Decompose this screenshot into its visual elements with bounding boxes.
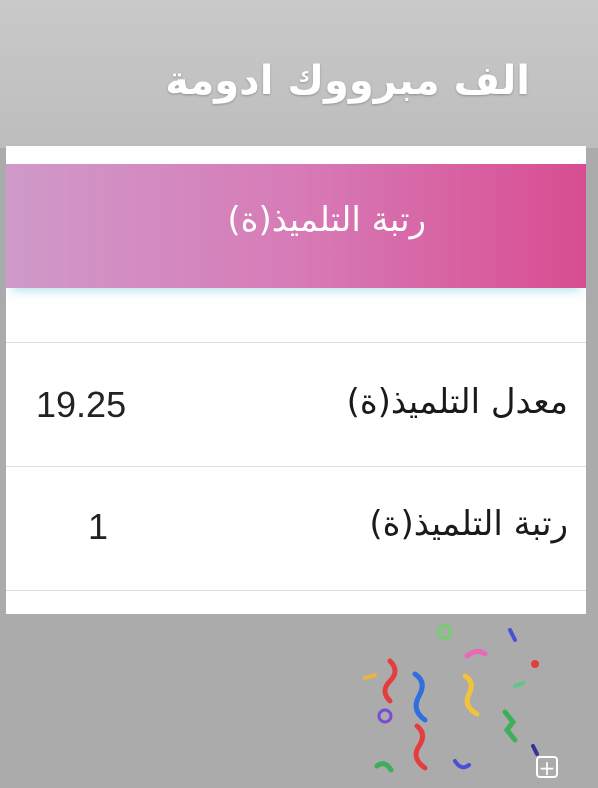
row-divider <box>6 342 586 343</box>
confetti-sticker-icon[interactable] <box>355 616 550 786</box>
result-card: رتبة التلميذ(ة) معدل التلميذ(ة) 19.25 رت… <box>6 146 586 614</box>
row-divider <box>6 590 586 591</box>
plus-square-icon[interactable]: + <box>536 756 558 778</box>
card-header: رتبة التلميذ(ة) <box>6 164 586 288</box>
rank-label: رتبة التلميذ(ة) <box>369 504 568 544</box>
row-divider <box>6 466 586 467</box>
average-value: 19.25 <box>36 384 127 425</box>
story-caption: الف مبرووك ادومة <box>165 58 530 104</box>
rank-value: 1 <box>88 506 109 547</box>
card-header-title: رتبة التلميذ(ة) <box>227 200 426 240</box>
average-label: معدل التلميذ(ة) <box>346 382 568 422</box>
